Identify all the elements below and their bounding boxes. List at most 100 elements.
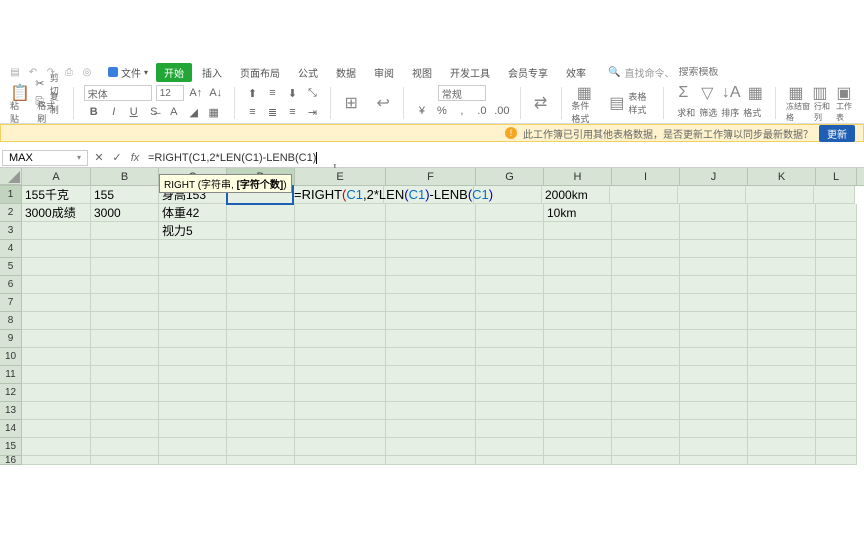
- tab-view[interactable]: 视图: [404, 63, 440, 82]
- cell-E5[interactable]: [295, 258, 386, 276]
- cell-J1[interactable]: [678, 186, 746, 204]
- cell-A9[interactable]: [22, 330, 91, 348]
- cell-I8[interactable]: [612, 312, 680, 330]
- cell-C5[interactable]: [159, 258, 227, 276]
- cell-B6[interactable]: [91, 276, 159, 294]
- cell-I9[interactable]: [612, 330, 680, 348]
- cell-I6[interactable]: [612, 276, 680, 294]
- bold-icon[interactable]: B: [86, 104, 102, 120]
- cell-L16[interactable]: [816, 456, 857, 465]
- align-top-icon[interactable]: ⬆: [244, 85, 260, 101]
- cell-I4[interactable]: [612, 240, 680, 258]
- row-header-13[interactable]: 13: [0, 402, 22, 420]
- cell-J9[interactable]: [680, 330, 748, 348]
- cell-C11[interactable]: [159, 366, 227, 384]
- cell-B14[interactable]: [91, 420, 159, 438]
- cell-H2[interactable]: 10km: [544, 204, 612, 222]
- cell-E15[interactable]: [295, 438, 386, 456]
- cell-H7[interactable]: [544, 294, 612, 312]
- indent-icon[interactable]: ⇥: [304, 104, 320, 120]
- row-header-14[interactable]: 14: [0, 420, 22, 438]
- cut-icon[interactable]: ✂: [34, 76, 46, 92]
- cell-B7[interactable]: [91, 294, 159, 312]
- cell-A13[interactable]: [22, 402, 91, 420]
- decimal-dec-icon[interactable]: .00: [494, 103, 510, 119]
- tab-developer[interactable]: 开发工具: [442, 63, 498, 82]
- cell-J8[interactable]: [680, 312, 748, 330]
- cell-E7[interactable]: [295, 294, 386, 312]
- cell-E13[interactable]: [295, 402, 386, 420]
- row-header-15[interactable]: 15: [0, 438, 22, 456]
- cell-H8[interactable]: [544, 312, 612, 330]
- cell-B11[interactable]: [91, 366, 159, 384]
- cell-J15[interactable]: [680, 438, 748, 456]
- cell-A14[interactable]: [22, 420, 91, 438]
- filter-icon[interactable]: ▽: [697, 83, 717, 103]
- cell-F11[interactable]: [386, 366, 476, 384]
- cell-I10[interactable]: [612, 348, 680, 366]
- border-icon[interactable]: ▦: [206, 104, 222, 120]
- cell-B15[interactable]: [91, 438, 159, 456]
- cell-J3[interactable]: [680, 222, 748, 240]
- comma-icon[interactable]: ,: [454, 103, 470, 119]
- cell-J16[interactable]: [680, 456, 748, 465]
- table-style-icon[interactable]: ▤: [609, 93, 624, 113]
- accept-formula-button[interactable]: ✓: [108, 151, 126, 164]
- row-header-4[interactable]: 4: [0, 240, 22, 258]
- cell-I16[interactable]: [612, 456, 680, 465]
- cell-A11[interactable]: [22, 366, 91, 384]
- rowcol-icon[interactable]: ▥: [810, 83, 830, 103]
- cell-B8[interactable]: [91, 312, 159, 330]
- cell-F2[interactable]: [386, 204, 476, 222]
- cell-F3[interactable]: [386, 222, 476, 240]
- cell-E12[interactable]: [295, 384, 386, 402]
- col-header-B[interactable]: B: [91, 168, 159, 185]
- cell-A5[interactable]: [22, 258, 91, 276]
- cell-B12[interactable]: [91, 384, 159, 402]
- cell-B2[interactable]: 3000: [91, 204, 159, 222]
- cell-D5[interactable]: [227, 258, 295, 276]
- cell-D9[interactable]: [227, 330, 295, 348]
- percent-icon[interactable]: %: [434, 103, 450, 119]
- row-header-9[interactable]: 9: [0, 330, 22, 348]
- cell-K15[interactable]: [748, 438, 816, 456]
- cell-K1[interactable]: [746, 186, 814, 204]
- merge-cells-icon[interactable]: ⊞: [341, 93, 361, 113]
- number-format-combo[interactable]: 常规: [438, 85, 486, 101]
- cell-D6[interactable]: [227, 276, 295, 294]
- cell-G10[interactable]: [476, 348, 544, 366]
- cell-F8[interactable]: [386, 312, 476, 330]
- cell-I14[interactable]: [612, 420, 680, 438]
- cell-H13[interactable]: [544, 402, 612, 420]
- cell-L13[interactable]: [816, 402, 857, 420]
- cell-H15[interactable]: [544, 438, 612, 456]
- cell-C8[interactable]: [159, 312, 227, 330]
- sort-icon[interactable]: ↓A: [721, 83, 741, 103]
- cell-D2[interactable]: [227, 204, 295, 222]
- cell-F7[interactable]: [386, 294, 476, 312]
- cell-K6[interactable]: [748, 276, 816, 294]
- cell-A4[interactable]: [22, 240, 91, 258]
- preview-icon[interactable]: ◎: [80, 65, 94, 79]
- cell-H9[interactable]: [544, 330, 612, 348]
- cell-I11[interactable]: [612, 366, 680, 384]
- cell-D8[interactable]: [227, 312, 295, 330]
- cell-F9[interactable]: [386, 330, 476, 348]
- tab-efficiency[interactable]: 效率: [558, 63, 594, 82]
- tab-data[interactable]: 数据: [328, 63, 364, 82]
- cell-D11[interactable]: [227, 366, 295, 384]
- table-style-label[interactable]: 表格样式: [628, 90, 652, 116]
- format-convert-icon[interactable]: ⇄: [531, 93, 551, 113]
- cell-E14[interactable]: [295, 420, 386, 438]
- cell-A2[interactable]: 3000成绩: [22, 204, 91, 222]
- row-header-2[interactable]: 2: [0, 204, 22, 222]
- cell-L9[interactable]: [816, 330, 857, 348]
- cell-L8[interactable]: [816, 312, 857, 330]
- cell-D15[interactable]: [227, 438, 295, 456]
- worksheet-icon[interactable]: ▣: [834, 83, 854, 103]
- tab-home[interactable]: 开始: [156, 63, 192, 82]
- tab-member[interactable]: 会员专享: [500, 63, 556, 82]
- cell-J14[interactable]: [680, 420, 748, 438]
- cell-C14[interactable]: [159, 420, 227, 438]
- cell-L6[interactable]: [816, 276, 857, 294]
